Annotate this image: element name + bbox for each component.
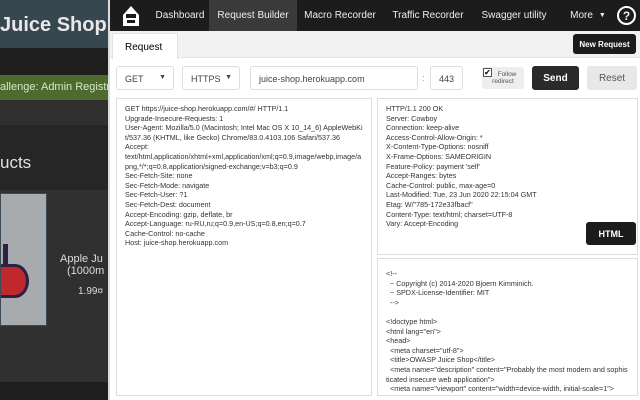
- toolbar: [0, 48, 110, 75]
- juice-shop-title: Juice Shop: [0, 0, 110, 48]
- apple-icon: [1, 264, 29, 298]
- new-request-button[interactable]: New Request: [573, 34, 636, 54]
- caret-down-icon: ▼: [159, 74, 166, 81]
- tab-bar: Request New Request: [110, 31, 640, 59]
- nav-more-dropdown[interactable]: More ▼: [565, 0, 611, 31]
- hacker-logo-icon[interactable]: [110, 0, 152, 31]
- protocol-value: HTTPS: [191, 74, 221, 84]
- port-input[interactable]: 443: [430, 66, 463, 90]
- response-body: <!-- ~ Copyright (c) 2014-2020 Bjoern Ki…: [377, 258, 638, 396]
- follow-redirect-checkbox[interactable]: ✔ Follow redirect: [482, 67, 524, 89]
- navbar: Dashboard Request Builder Macro Recorder…: [110, 0, 640, 31]
- port-separator: :: [422, 73, 425, 83]
- product-name: Apple Ju: [60, 253, 103, 265]
- caret-down-icon: ▼: [225, 74, 232, 81]
- more-label: More: [570, 10, 593, 21]
- nav-request-builder[interactable]: Request Builder: [209, 0, 297, 31]
- checkmark-icon: ✔: [483, 68, 492, 77]
- extension-popup: Dashboard Request Builder Macro Recorder…: [108, 0, 640, 400]
- redirect-label: redirect: [492, 78, 514, 85]
- background-juice-shop: Juice Shop allenge: Admin Registration u…: [0, 0, 134, 400]
- nav-dashboard[interactable]: Dashboard: [152, 0, 208, 31]
- reset-button[interactable]: Reset: [587, 66, 637, 90]
- method-select[interactable]: GET ▼: [116, 66, 174, 90]
- tab-request[interactable]: Request: [112, 33, 178, 59]
- product-name-2: (1000m: [67, 265, 105, 277]
- method-value: GET: [125, 74, 144, 84]
- challenge-banner[interactable]: allenge: Admin Registration: [0, 75, 134, 100]
- request-textarea[interactable]: GET https://juice-shop.herokuapp.com/#/ …: [116, 98, 372, 396]
- html-view-button[interactable]: HTML: [586, 222, 636, 245]
- chevron-down-icon: ▼: [598, 12, 606, 19]
- send-button[interactable]: Send: [532, 66, 579, 90]
- product-image[interactable]: [0, 193, 47, 326]
- section-title: ucts: [0, 125, 110, 190]
- protocol-select[interactable]: HTTPS ▼: [182, 66, 240, 90]
- footer: [0, 382, 110, 400]
- nav-swagger-utility[interactable]: Swagger utility: [476, 0, 552, 31]
- help-icon[interactable]: ?: [617, 6, 636, 25]
- nav-traffic-recorder[interactable]: Traffic Recorder: [388, 0, 468, 31]
- host-input[interactable]: juice-shop.herokuapp.com: [250, 66, 418, 90]
- product-price: 1.99¤: [78, 286, 104, 297]
- nav-macro-recorder[interactable]: Macro Recorder: [300, 0, 380, 31]
